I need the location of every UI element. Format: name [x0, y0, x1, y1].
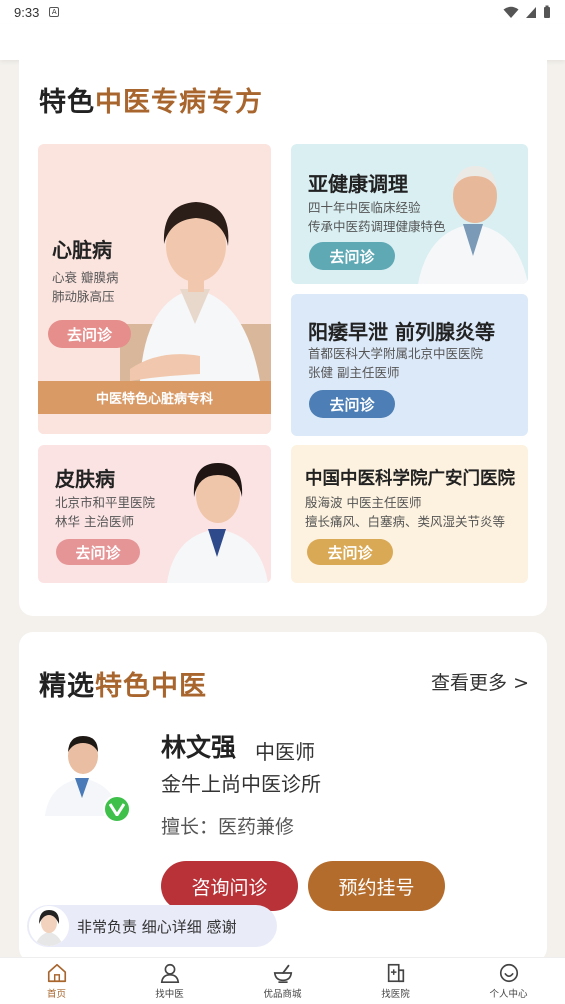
bottom-tab-bar: 首页 找中医 优品商城 找医院 个人中心 — [0, 957, 565, 1004]
tile-line: 心衰 瓣膜病 — [52, 270, 119, 285]
battery-icon — [544, 5, 550, 18]
tab-shop[interactable]: 优品商城 — [226, 958, 339, 1004]
feature-title: 特色中医专病专方 — [39, 87, 263, 118]
tab-profile[interactable]: 个人中心 — [452, 958, 565, 1004]
mortar-icon — [273, 964, 292, 983]
doctor-photo — [120, 202, 271, 381]
tab-label: 优品商城 — [263, 989, 302, 1000]
go-consult-button[interactable]: 去问诊 — [309, 242, 395, 270]
profile-icon — [499, 963, 518, 983]
selected-title: 精选特色中医 — [39, 671, 207, 702]
tile-line: 传承中医药调理健康特色 — [308, 219, 446, 234]
status-bar: 9:33 A — [0, 0, 565, 24]
tile-skin-disease[interactable]: 皮肤病 北京市和平里医院 林华 主治医师 去问诊 — [38, 445, 271, 583]
go-consult-button[interactable]: 去问诊 — [309, 390, 395, 418]
review-text: 非常负责 细心详细 感谢 — [77, 917, 237, 936]
tile-guanganmen-hospital[interactable]: 中国中医科学院广安门医院 殷海波 中医主任医师 擅长痛风、白塞病、类风湿关节炎等… — [291, 445, 528, 583]
tab-home[interactable]: 首页 — [0, 958, 113, 1004]
verified-badge-icon — [103, 795, 131, 823]
tile-line: 擅长痛风、白塞病、类风湿关节炎等 — [305, 514, 506, 529]
tile-line: 四十年中医临床经验 — [308, 200, 421, 215]
go-consult-button[interactable]: 去问诊 — [307, 539, 393, 565]
tab-label: 个人中心 — [489, 989, 528, 1000]
tab-label: 首页 — [46, 989, 66, 1000]
top-bar — [0, 24, 565, 60]
tile-line: 林华 主治医师 — [55, 514, 134, 529]
book-appointment-button[interactable]: 预约挂号 — [308, 861, 445, 911]
tile-subhealth[interactable]: 亚健康调理 四十年中医临床经验 传承中医药调理健康特色 去问诊 — [291, 144, 528, 284]
doctor-photo — [167, 463, 268, 583]
wifi-icon — [503, 6, 519, 18]
see-more-link[interactable]: 查看更多 > — [431, 668, 529, 695]
doctor-skill: 擅长：医药兼修 — [161, 816, 295, 838]
tab-label: 找中医 — [155, 989, 184, 1000]
heart-banner: 中医特色心脏病专科 — [38, 381, 271, 414]
tab-find-hospital[interactable]: 找医院 — [339, 958, 452, 1004]
hospital-icon — [387, 963, 404, 983]
notification-icon: A — [49, 7, 60, 17]
review-bubble[interactable]: 非常负责 细心详细 感谢 — [27, 905, 277, 947]
go-consult-button[interactable]: 去问诊 — [48, 320, 131, 348]
reviewer-avatar — [29, 906, 69, 946]
tile-line: 北京市和平里医院 — [55, 495, 156, 510]
doctor-icon — [160, 963, 179, 983]
feature-section: 特色中医专病专方 心脏病 心衰 瓣膜病 肺动脉高压 去问诊 中医特色心脏病专科 … — [19, 60, 547, 616]
tab-label: 找医院 — [381, 989, 410, 1000]
tile-title: 心脏病 — [52, 238, 112, 262]
doctor-title: 中医师 — [255, 740, 315, 764]
doctor-name: 林文强 — [161, 733, 237, 762]
tab-find-doctor[interactable]: 找中医 — [113, 958, 226, 1004]
status-time: 9:33 — [14, 4, 40, 20]
tile-line: 肺动脉高压 — [52, 289, 115, 304]
tile-line: 首都医科大学附属北京中医医院 — [308, 346, 484, 361]
go-consult-button[interactable]: 去问诊 — [56, 539, 140, 565]
doctor-clinic: 金牛上尚中医诊所 — [161, 772, 321, 796]
consult-button[interactable]: 咨询问诊 — [161, 861, 298, 911]
tile-title: 阳痿早泄 前列腺炎等 — [308, 320, 495, 344]
home-icon — [47, 963, 66, 983]
tile-title: 亚健康调理 — [308, 172, 408, 196]
tile-line: 张健 副主任医师 — [308, 365, 400, 380]
signal-icon — [526, 6, 536, 18]
tile-heart-disease[interactable]: 心脏病 心衰 瓣膜病 肺动脉高压 去问诊 中医特色心脏病专科 — [38, 144, 271, 434]
tile-title: 皮肤病 — [55, 467, 115, 491]
tile-mens-health[interactable]: 阳痿早泄 前列腺炎等 首都医科大学附属北京中医医院 张健 副主任医师 去问诊 — [291, 294, 528, 436]
tile-title: 中国中医科学院广安门医院 — [305, 469, 515, 489]
tile-line: 殷海波 中医主任医师 — [305, 495, 422, 510]
